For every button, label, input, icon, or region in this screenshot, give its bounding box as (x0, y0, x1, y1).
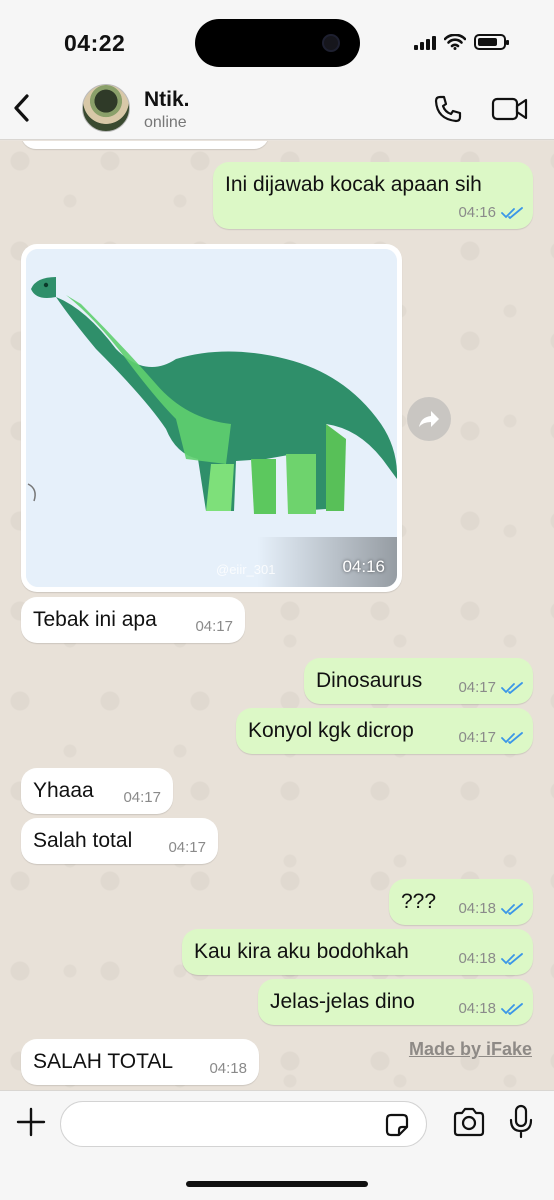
message-bubble-in[interactable]: Yhaaa 04:17 (21, 768, 173, 814)
double-check-icon (501, 903, 523, 915)
message-bubble-out[interactable]: Dinosaurus 04:17 (304, 658, 533, 704)
message-time: 04:17 (168, 839, 206, 856)
message-time: 04:17 (458, 729, 496, 746)
message-bubble-out[interactable]: Konyol kgk dicrop 04:17 (236, 708, 533, 754)
status-icons (414, 34, 509, 50)
double-check-icon (501, 953, 523, 965)
contact-status: online (144, 114, 187, 131)
message-text: Konyol kgk dicrop (248, 719, 414, 742)
message-bubble-out[interactable]: ??? 04:18 (389, 879, 533, 925)
message-bubble-in[interactable]: Tebak ini apa 04:17 (21, 597, 245, 643)
home-indicator[interactable] (186, 1181, 368, 1187)
dynamic-island (195, 19, 360, 67)
phone-icon[interactable] (433, 94, 463, 124)
battery-icon (474, 34, 509, 50)
message-text: Kau kira aku bodohkah (194, 940, 409, 963)
message-text: Tebak ini apa (33, 608, 157, 631)
message-time: 04:16 (342, 557, 385, 576)
message-time: 04:16 (458, 204, 496, 221)
forward-arrow-icon[interactable] (407, 397, 451, 441)
made-by-watermark: Made by iFake (408, 1039, 532, 1059)
message-bubble-out[interactable]: Kau kira aku bodohkah 04:18 (182, 929, 533, 975)
cellular-signal-icon (414, 35, 436, 50)
front-camera-icon (322, 34, 340, 52)
message-time: 04:18 (209, 1060, 247, 1077)
image-watermark: @eiir_301 (216, 562, 276, 577)
message-time: 04:17 (458, 679, 496, 696)
message-text: Jelas-jelas dino (270, 990, 415, 1013)
message-text: ??? (401, 890, 437, 913)
dinosaur-image[interactable]: @eiir_301 04:16 (26, 249, 397, 587)
message-text: Salah total (33, 829, 133, 852)
message-bubble-in[interactable]: Salah total 04:17 (21, 818, 218, 864)
double-check-icon (501, 1003, 523, 1015)
message-time: 04:18 (458, 1000, 496, 1017)
video-camera-icon[interactable] (491, 94, 529, 124)
plus-icon[interactable] (16, 1107, 46, 1137)
double-check-icon (501, 682, 523, 694)
sticker-icon[interactable] (383, 1111, 411, 1139)
message-text: SALAH TOTAL (33, 1050, 174, 1073)
image-message[interactable]: @eiir_301 04:16 (21, 244, 402, 592)
chevron-left-icon[interactable] (10, 90, 34, 126)
double-check-icon (501, 207, 523, 219)
contact-avatar[interactable] (82, 84, 130, 132)
contact-name[interactable]: Ntik. (144, 88, 190, 112)
message-bubble-out[interactable]: Ini dijawab kocak apaan sih 04:16 (213, 162, 533, 229)
message-text: Yhaaa (33, 779, 94, 802)
message-text: Ini dijawab kocak apaan sih (225, 173, 482, 196)
microphone-icon[interactable] (508, 1104, 534, 1140)
top-bar: 04:22 Ntik. online (0, 0, 554, 140)
message-time: 04:18 (458, 950, 496, 967)
message-time: 04:17 (123, 789, 161, 806)
message-bubble-cutoff (21, 141, 269, 149)
message-time: 04:17 (195, 618, 233, 635)
message-bubble-in[interactable]: SALAH TOTAL 04:18 (21, 1039, 259, 1085)
message-text: Dinosaurus (316, 669, 423, 692)
wifi-icon (444, 34, 466, 50)
message-input[interactable] (60, 1101, 427, 1147)
double-check-icon (501, 732, 523, 744)
status-time: 04:22 (64, 30, 126, 56)
message-time: 04:18 (458, 900, 496, 917)
message-bubble-out[interactable]: Jelas-jelas dino 04:18 (258, 979, 533, 1025)
chat-area[interactable]: Ini dijawab kocak apaan sih 04:16 @eiir_… (0, 141, 554, 1090)
camera-icon[interactable] (452, 1107, 486, 1137)
